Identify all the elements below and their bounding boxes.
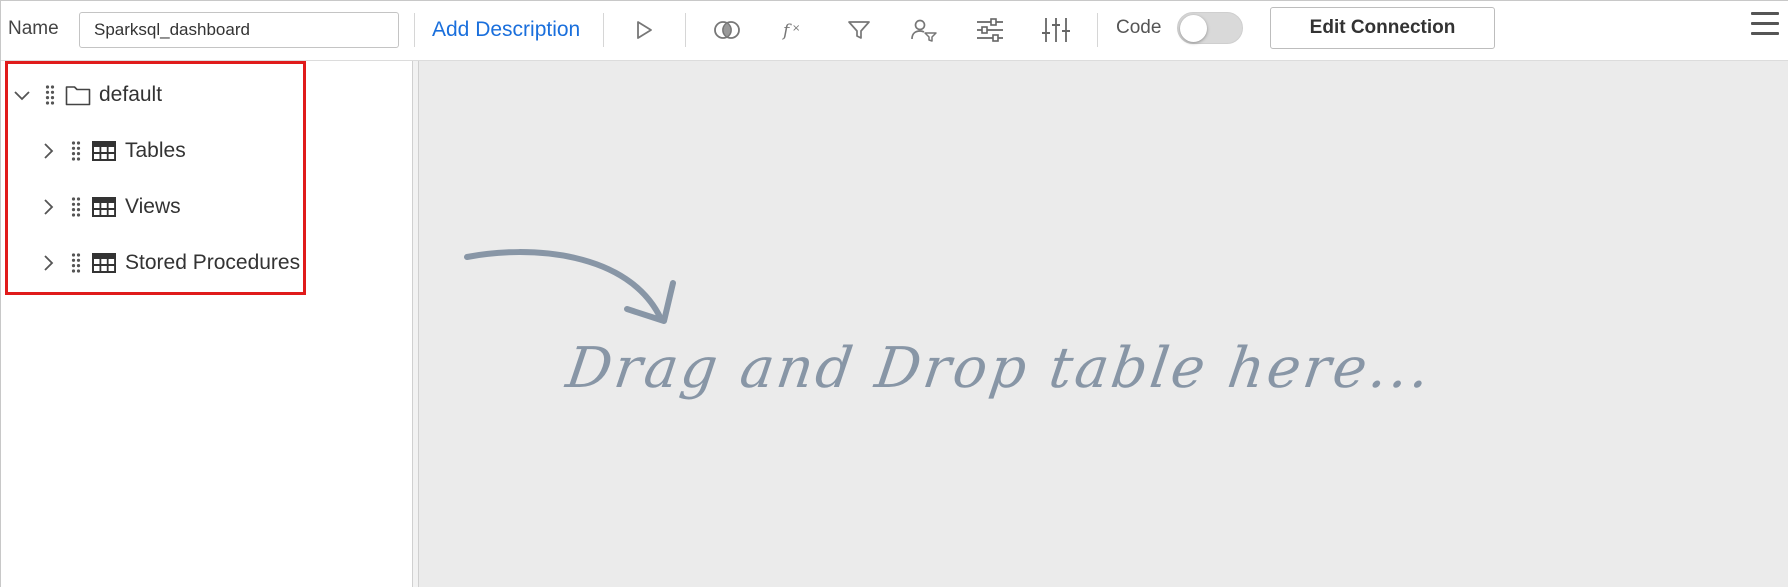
tree-node-label: Tables (125, 139, 186, 162)
curved-arrow-icon (464, 249, 676, 324)
play-icon (637, 21, 652, 39)
drag-handle-icon[interactable] (69, 139, 83, 163)
tree-node-default[interactable]: default (11, 75, 162, 115)
drop-canvas[interactable]: Drag and Drop table here... (419, 61, 1788, 587)
code-toggle-knob (1180, 15, 1207, 42)
column-settings-button[interactable] (1038, 13, 1074, 47)
name-input[interactable] (79, 12, 399, 48)
run-button[interactable] (626, 13, 662, 47)
query-designer-window: Name Add Description f× Code (0, 0, 1788, 587)
tree-node-label: Views (125, 195, 181, 218)
chevron-right-icon[interactable] (37, 252, 59, 274)
chevron-right-icon[interactable] (37, 140, 59, 162)
toolbar: Name Add Description f× Code (1, 1, 1788, 61)
tree-node-views[interactable]: Views (37, 187, 181, 227)
toolbar-divider (603, 13, 604, 47)
column-sliders-icon (1042, 18, 1070, 42)
tree-node-stored-procedures[interactable]: Stored Procedures (37, 243, 300, 283)
chevron-right-icon[interactable] (37, 196, 59, 218)
folder-icon (65, 84, 91, 106)
code-toggle[interactable] (1177, 12, 1243, 44)
settings-button[interactable] (972, 13, 1008, 47)
table-icon (91, 196, 117, 218)
hamburger-menu-icon[interactable] (1751, 10, 1781, 38)
drag-handle-icon[interactable] (43, 83, 57, 107)
code-label: Code (1116, 17, 1162, 38)
drop-hint-text: Drag and Drop table here... (562, 336, 1437, 401)
table-icon (91, 140, 117, 162)
settings-sliders-icon (977, 18, 1003, 42)
tree-node-tables[interactable]: Tables (37, 131, 186, 171)
user-filter-icon (911, 19, 937, 42)
add-description-link[interactable]: Add Description (432, 18, 580, 42)
svg-text:f: f (781, 21, 792, 41)
svg-text:×: × (792, 23, 800, 34)
tree-node-label: Stored Procedures (125, 251, 301, 274)
filter-button[interactable] (841, 13, 877, 47)
join-icon (714, 21, 740, 39)
name-label: Name (8, 18, 59, 39)
user-filter-button[interactable] (906, 13, 942, 47)
drag-handle-icon[interactable] (69, 195, 83, 219)
tree-node-label: default (99, 83, 163, 106)
table-icon (91, 252, 117, 274)
toolbar-divider (1097, 13, 1098, 47)
function-button[interactable]: f × (775, 13, 811, 47)
toolbar-divider (414, 13, 415, 47)
filter-icon (848, 21, 870, 39)
chevron-down-icon[interactable] (11, 84, 33, 106)
edit-connection-button[interactable]: Edit Connection (1270, 7, 1495, 49)
toolbar-divider (685, 13, 686, 47)
join-button[interactable] (709, 13, 745, 47)
function-icon: f × (781, 21, 800, 41)
drag-handle-icon[interactable] (69, 251, 83, 275)
